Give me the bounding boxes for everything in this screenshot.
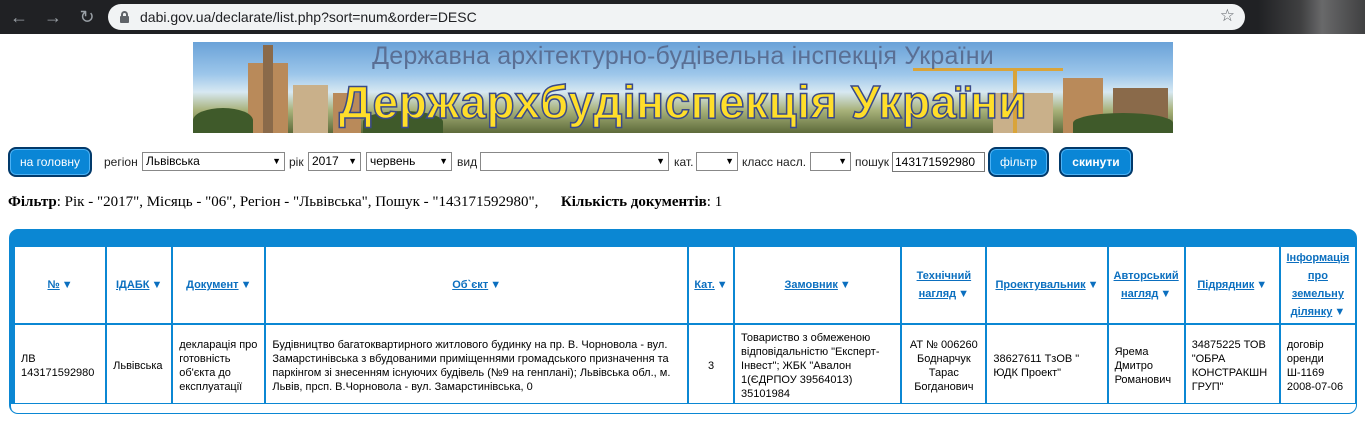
search-label: пошук <box>855 155 890 169</box>
region-select[interactable]: Львівська ▼ <box>142 152 285 171</box>
sort-arrow-icon: ▼ <box>1160 288 1172 300</box>
chevron-down-icon: ▼ <box>348 156 357 166</box>
banner-subtitle: Державна архітектурно-будівельна інспекц… <box>372 42 994 70</box>
column-header-author-supervision[interactable]: Авторський нагляд ▼ <box>1108 247 1184 323</box>
search-input[interactable]: 143171592980 <box>892 152 985 172</box>
class-label: класс насл. <box>742 155 807 169</box>
cell-designer: 38627611 ТзОВ " ЮДК Проект" <box>987 325 1107 407</box>
site-banner: Державна архітектурно-будівельна інспекц… <box>193 42 1173 133</box>
cell-object: Будівництво багатоквартирного житлового … <box>266 325 687 407</box>
column-header-document[interactable]: Документ ▼ <box>173 247 265 323</box>
chevron-down-icon: ▼ <box>656 156 665 166</box>
region-label: регіон <box>104 155 138 169</box>
reload-icon[interactable]: ↻ <box>76 6 98 28</box>
home-button[interactable]: на головну <box>8 147 92 177</box>
filter-button[interactable]: фільтр <box>988 147 1049 177</box>
results-table-container: № ▼ ІДАБК ▼ Документ ▼ Об`єкт ▼ Кат. ▼ Замовн… <box>9 229 1357 414</box>
banner-title: Держархбудінспекція України <box>338 75 1028 129</box>
sort-arrow-icon: ▼ <box>240 279 252 291</box>
table-header-row: № ▼ ІДАБК ▼ Документ ▼ Об`єкт ▼ Кат. ▼ Замовн… <box>15 247 1355 323</box>
column-header-idabk[interactable]: ІДАБК ▼ <box>107 247 172 323</box>
sort-arrow-icon: ▼ <box>958 288 970 300</box>
type-label: вид <box>457 155 478 169</box>
sort-arrow-icon: ▼ <box>1087 279 1099 291</box>
column-header-contractor[interactable]: Підрядник ▼ <box>1185 247 1279 323</box>
cell-tech-supervision: АТ № 006260 Боднарчук Тарас Богданович <box>902 325 986 407</box>
category-select[interactable]: ▼ <box>696 152 738 171</box>
document-count-value: : 1 <box>706 194 723 210</box>
category-label: кат. <box>674 155 694 169</box>
cell-land-info: договір оренди Ш-1169 2008-07-06 <box>1280 325 1355 407</box>
year-label: рік <box>289 155 304 169</box>
filter-summary-label: Фільтр <box>8 194 57 210</box>
cell-num: ЛВ 143171592980 <box>15 325 106 407</box>
filter-form: на головну регіон Львівська ▼ рік 2017 ▼ ч… <box>8 147 1148 177</box>
column-header-tech-supervision[interactable]: Технічний нагляд ▼ <box>902 247 986 323</box>
lock-icon <box>120 11 129 23</box>
column-header-object[interactable]: Об`єкт ▼ <box>266 247 687 323</box>
results-table: № ▼ ІДАБК ▼ Документ ▼ Об`єкт ▼ Кат. ▼ Замовн… <box>13 245 1356 409</box>
extensions-area <box>1258 0 1365 34</box>
table-row: ЛВ 143171592980 Львівська декларація про… <box>15 325 1355 407</box>
column-header-customer[interactable]: Замовник ▼ <box>735 247 901 323</box>
column-header-num[interactable]: № ▼ <box>15 247 106 323</box>
filter-summary-text: : Рік - "2017", Місяць - "06", Регіон - … <box>56 194 539 210</box>
chevron-down-icon: ▼ <box>838 156 847 166</box>
type-select[interactable]: ▼ <box>480 152 669 171</box>
cell-author-supervision: Ярема Дмитро Романович <box>1108 325 1184 407</box>
cell-document: декларація про готовність об'єкта до екс… <box>173 325 265 407</box>
sort-arrow-icon: ▼ <box>1334 306 1346 318</box>
sort-arrow-icon: ▼ <box>716 279 728 291</box>
chevron-down-icon: ▼ <box>725 156 734 166</box>
column-header-category[interactable]: Кат. ▼ <box>688 247 734 323</box>
class-select[interactable]: ▼ <box>810 152 851 171</box>
bookmark-star-icon[interactable]: ☆ <box>1220 6 1235 26</box>
cell-idabk: Львівська <box>107 325 172 407</box>
sort-arrow-icon: ▼ <box>151 279 163 291</box>
year-select[interactable]: 2017 ▼ <box>308 152 361 171</box>
back-arrow-icon[interactable]: ← <box>8 6 30 28</box>
address-bar[interactable]: dabi.gov.ua/declarate/list.php?sort=num&… <box>108 4 1245 30</box>
chevron-down-icon: ▼ <box>272 156 281 166</box>
cell-customer: Товариство з обмеженою відповідальністю … <box>735 325 901 407</box>
document-count-label: Кількість документів <box>560 194 707 210</box>
table-footer <box>10 403 1356 413</box>
chevron-down-icon: ▼ <box>439 156 448 166</box>
month-select[interactable]: червень ▼ <box>366 152 452 171</box>
cell-contractor: 34875225 ТОВ "ОБРА КОНСТРАКШН ГРУП" <box>1185 325 1279 407</box>
reset-button[interactable]: скинути <box>1059 147 1133 177</box>
forward-arrow-icon[interactable]: → <box>42 6 64 28</box>
column-header-designer[interactable]: Проектувальник ▼ <box>987 247 1107 323</box>
sort-arrow-icon: ▼ <box>490 279 502 291</box>
sort-arrow-icon: ▼ <box>839 279 851 291</box>
browser-toolbar: ← → ↻ dabi.gov.ua/declarate/list.php?sor… <box>0 0 1365 34</box>
sort-arrow-icon: ▼ <box>61 279 73 291</box>
sort-arrow-icon: ▼ <box>1256 279 1268 291</box>
url-text[interactable]: dabi.gov.ua/declarate/list.php?sort=num&… <box>140 9 477 25</box>
cell-category: 3 <box>688 325 734 407</box>
column-header-land-info[interactable]: Інформація про земельну ділянку ▼ <box>1280 247 1355 323</box>
filter-summary: Фільтр: Рік - "2017", Місяць - "06", Рег… <box>8 194 722 211</box>
